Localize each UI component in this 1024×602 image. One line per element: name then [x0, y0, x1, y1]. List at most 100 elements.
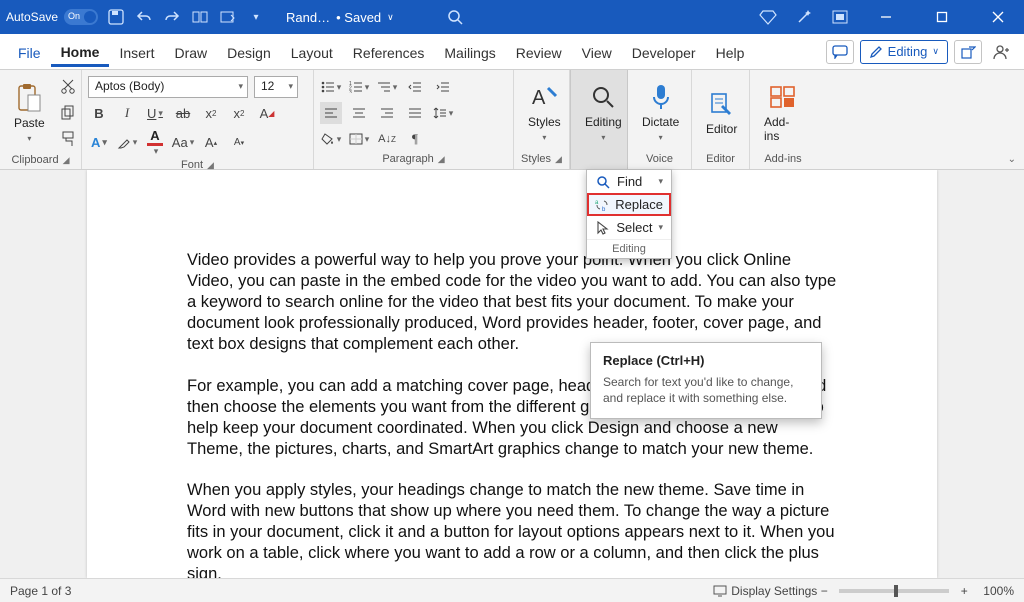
document-title[interactable]: Rand… • Saved ∨	[286, 10, 394, 25]
subscript-button[interactable]: x2	[200, 102, 222, 124]
menu-replace[interactable]: ab Replace	[587, 193, 671, 216]
tab-mailings[interactable]: Mailings	[434, 37, 505, 67]
clipboard-launcher-icon[interactable]: ◢	[63, 155, 70, 166]
titlebar: AutoSave On ▾ Rand… • Saved ∨	[0, 0, 1024, 34]
multilevel-list-button[interactable]	[376, 76, 398, 98]
autosave-toggle[interactable]: On	[64, 9, 98, 25]
wand-icon[interactable]	[794, 7, 814, 27]
sort-button[interactable]: A↓Z	[376, 128, 398, 150]
tab-references[interactable]: References	[343, 37, 435, 67]
font-launcher-icon[interactable]: ◢	[207, 160, 214, 171]
tab-view[interactable]: View	[572, 37, 622, 67]
tab-insert[interactable]: Insert	[109, 37, 164, 67]
styles-launcher-icon[interactable]: ◢	[555, 154, 562, 165]
undo-icon[interactable]	[134, 7, 154, 27]
doc-name-text: Rand…	[286, 10, 330, 25]
paragraph-group-label: Paragraph	[382, 153, 433, 165]
format-painter-icon[interactable]	[57, 128, 79, 150]
share-button[interactable]	[954, 40, 982, 64]
tab-layout[interactable]: Layout	[281, 37, 343, 67]
bold-button[interactable]: B	[88, 102, 110, 124]
group-voice: Dictate▾ Voice	[628, 70, 692, 169]
align-center-button[interactable]	[348, 102, 370, 124]
save-icon[interactable]	[106, 7, 126, 27]
zoom-percent[interactable]: 100%	[983, 584, 1014, 598]
shrink-font-button[interactable]: A▾	[228, 132, 250, 154]
paragraph-launcher-icon[interactable]: ◢	[438, 154, 445, 165]
zoom-slider[interactable]	[839, 589, 949, 593]
display-settings-label: Display Settings	[731, 584, 817, 598]
font-name-combo[interactable]: Aptos (Body)▾	[88, 76, 248, 98]
grow-font-button[interactable]: A▴	[200, 132, 222, 154]
tab-help[interactable]: Help	[706, 37, 755, 67]
justify-button[interactable]	[404, 102, 426, 124]
align-left-button[interactable]	[320, 102, 342, 124]
zoom-out-button[interactable]: −	[817, 584, 831, 598]
underline-button[interactable]: U	[144, 102, 166, 124]
highlight-button[interactable]	[116, 132, 138, 154]
paste-button[interactable]: Paste ▾	[6, 74, 53, 152]
close-button[interactable]	[978, 0, 1018, 34]
menu-select[interactable]: Select ▾	[587, 216, 671, 239]
strikethrough-button[interactable]: ab	[172, 102, 194, 124]
mode-editing-label: Editing	[888, 44, 928, 59]
increase-indent-button[interactable]	[432, 76, 454, 98]
superscript-button[interactable]: x2	[228, 102, 250, 124]
account-icon[interactable]	[988, 40, 1016, 64]
qa-icon-2[interactable]	[218, 7, 238, 27]
dictate-button[interactable]: Dictate▾	[634, 74, 687, 151]
doc-para-3[interactable]: When you apply styles, your headings cha…	[187, 480, 837, 578]
window-mode-icon[interactable]	[830, 7, 850, 27]
styles-button[interactable]: A Styles▾	[520, 74, 569, 151]
editing-menu-section-label: Editing	[587, 239, 671, 258]
borders-button[interactable]	[348, 128, 370, 150]
copy-icon[interactable]	[57, 102, 79, 124]
clear-formatting-icon[interactable]: A◢	[256, 102, 278, 124]
decrease-indent-button[interactable]	[404, 76, 426, 98]
line-spacing-button[interactable]	[432, 102, 454, 124]
font-color-button[interactable]: A	[144, 128, 166, 157]
autosave[interactable]: AutoSave On	[6, 9, 98, 25]
doc-para-1[interactable]: Video provides a powerful way to help yo…	[187, 250, 837, 356]
tab-developer[interactable]: Developer	[622, 37, 706, 67]
redo-icon[interactable]	[162, 7, 182, 27]
editor-button[interactable]: Editor	[698, 74, 745, 151]
maximize-button[interactable]	[922, 0, 962, 34]
tab-home[interactable]: Home	[51, 36, 110, 67]
show-marks-button[interactable]: ¶	[404, 128, 426, 150]
editing-split-button[interactable]: Editing▾	[577, 74, 630, 151]
shading-button[interactable]	[320, 128, 342, 150]
page-indicator[interactable]: Page 1 of 3	[10, 584, 71, 598]
tab-review[interactable]: Review	[506, 37, 572, 67]
align-right-button[interactable]	[376, 102, 398, 124]
qa-icon-1[interactable]	[190, 7, 210, 27]
zoom-in-button[interactable]: +	[957, 584, 971, 598]
change-case-button[interactable]: Aa	[172, 132, 194, 154]
collapse-ribbon-icon[interactable]: ⌄	[1008, 154, 1016, 165]
font-size-value: 12	[261, 79, 274, 93]
editor-label: Editor	[706, 122, 737, 136]
search-icon[interactable]	[444, 6, 466, 28]
numbering-button[interactable]: 123	[348, 76, 370, 98]
group-addins: Add-ins Add-ins	[750, 70, 816, 169]
tab-file[interactable]: File	[8, 37, 51, 67]
tab-draw[interactable]: Draw	[164, 37, 217, 67]
tab-design[interactable]: Design	[217, 37, 281, 67]
minimize-button[interactable]	[866, 0, 906, 34]
addins-button[interactable]: Add-ins	[756, 74, 810, 151]
addins-icon	[769, 83, 797, 111]
mode-editing-button[interactable]: Editing ∨	[860, 40, 948, 64]
display-settings-button[interactable]: Display Settings	[713, 584, 817, 598]
font-name-value: Aptos (Body)	[95, 79, 164, 93]
qa-overflow-icon[interactable]: ▾	[246, 7, 266, 27]
cut-icon[interactable]	[57, 76, 79, 98]
text-effects-button[interactable]: A	[88, 132, 110, 154]
comments-button[interactable]	[826, 40, 854, 64]
document-area[interactable]: Replace (Ctrl+H) Search for text you'd l…	[0, 170, 1024, 578]
diamond-icon[interactable]	[758, 7, 778, 27]
menu-find[interactable]: Find ▾	[587, 170, 671, 193]
bullets-button[interactable]	[320, 76, 342, 98]
italic-button[interactable]: I	[116, 102, 138, 124]
styles-label: Styles	[528, 115, 561, 129]
font-size-combo[interactable]: 12▾	[254, 76, 298, 98]
